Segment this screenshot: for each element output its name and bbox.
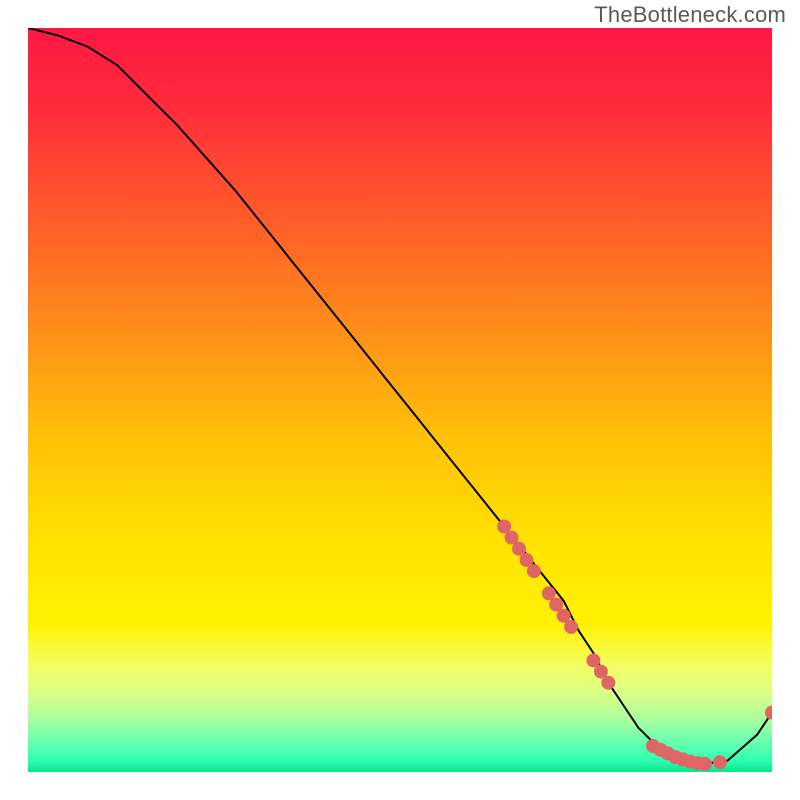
chart-frame: TheBottleneck.com — [0, 0, 800, 800]
data-point — [564, 620, 578, 634]
gradient-rect — [28, 28, 772, 772]
data-point — [601, 676, 615, 690]
watermark-text: TheBottleneck.com — [594, 2, 786, 28]
plot-svg — [28, 28, 772, 772]
data-point — [698, 757, 712, 771]
plot-area — [28, 28, 772, 772]
data-point — [527, 564, 541, 578]
data-point — [713, 755, 727, 769]
